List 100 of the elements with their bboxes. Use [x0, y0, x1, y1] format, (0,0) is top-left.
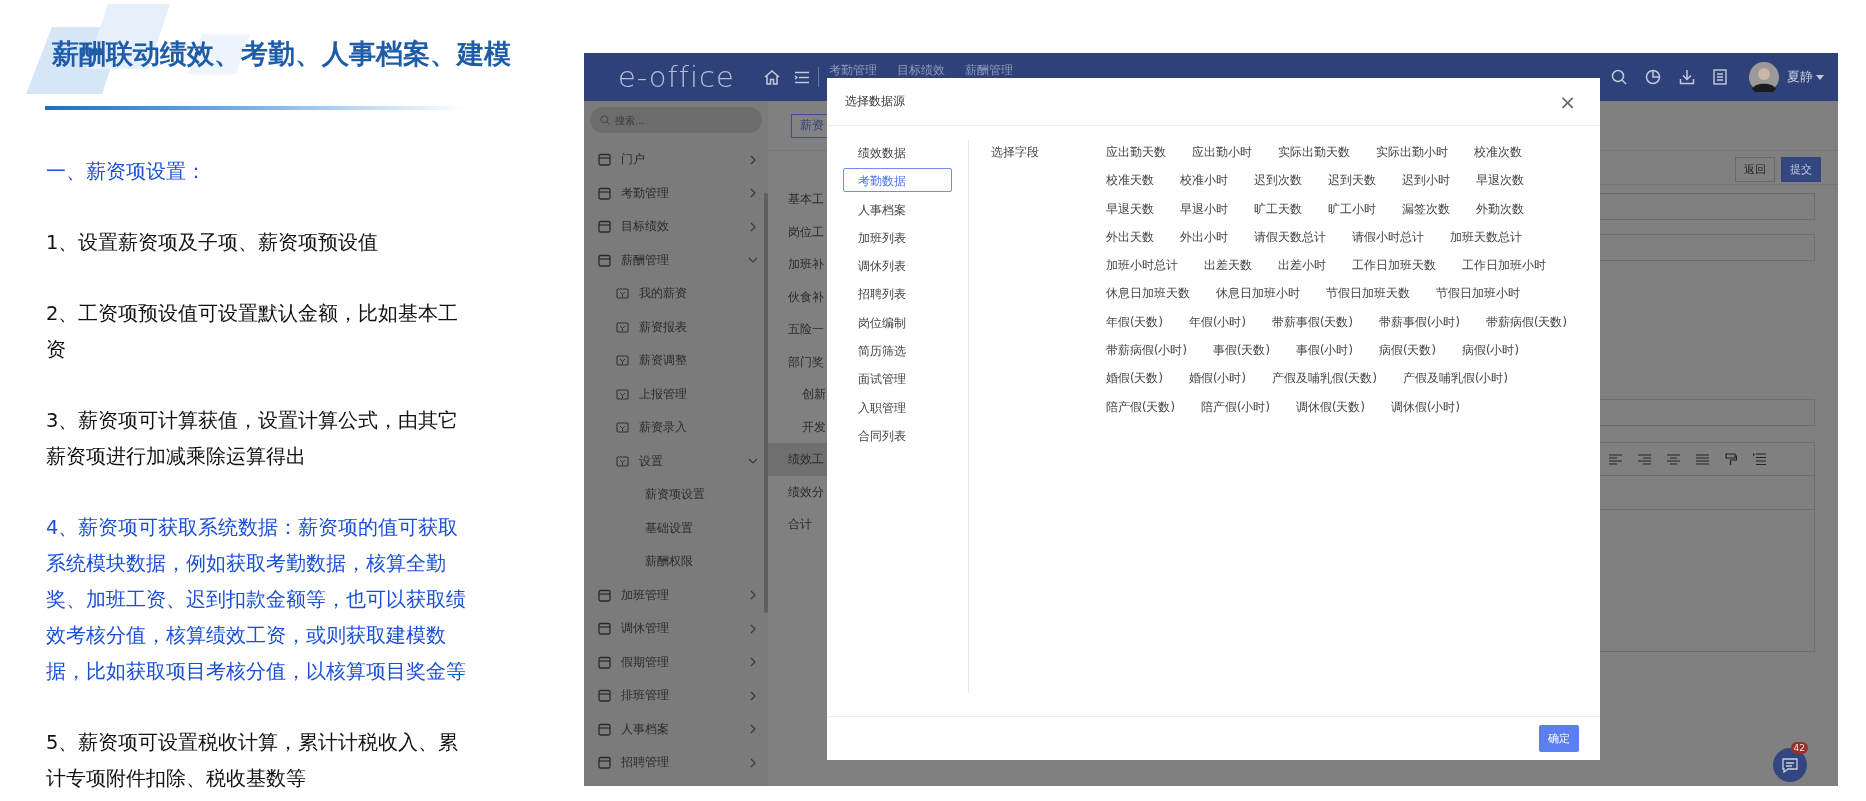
field-option[interactable]: 工作日加班天数 — [1352, 253, 1436, 278]
download-icon[interactable] — [1679, 69, 1695, 85]
field-option[interactable]: 病假(天数) — [1378, 338, 1436, 363]
close-button[interactable]: × — [1555, 91, 1580, 112]
field-option[interactable]: 早退天数 — [1106, 196, 1154, 221]
field-option[interactable]: 漏签次数 — [1402, 196, 1450, 221]
clipboard-icon[interactable] — [1713, 69, 1727, 85]
source-item[interactable]: 入职管理 — [843, 394, 952, 419]
search-icon[interactable] — [1611, 69, 1627, 85]
field-option[interactable]: 外出小时 — [1180, 224, 1228, 249]
field-option[interactable]: 休息日加班天数 — [1106, 281, 1190, 306]
sidebar-label: 招聘管理 — [621, 754, 670, 772]
field-option[interactable]: 迟到次数 — [1254, 168, 1302, 193]
field-option[interactable]: 加班小时总计 — [1106, 253, 1178, 278]
field-option[interactable]: 产假及哺乳假(小时) — [1402, 366, 1508, 391]
field-option[interactable]: 带薪事假(天数) — [1271, 309, 1353, 334]
app-logo: e-office — [618, 60, 736, 94]
field-option[interactable]: 年假(天数) — [1106, 309, 1163, 334]
field-option[interactable]: 带薪事假(小时) — [1378, 309, 1460, 334]
field-option[interactable]: 事假(天数) — [1213, 338, 1270, 363]
field-option[interactable]: 旷工小时 — [1328, 196, 1376, 221]
sidebar-label: 假期管理 — [621, 653, 670, 671]
field-option[interactable]: 校准小时 — [1180, 168, 1228, 193]
field-option[interactable]: 出差天数 — [1204, 253, 1252, 278]
source-item[interactable]: 合同列表 — [843, 422, 952, 447]
field-option[interactable]: 节假日加班小时 — [1436, 281, 1520, 306]
page-icon — [616, 454, 629, 468]
field-option[interactable]: 实际出勤小时 — [1376, 140, 1448, 164]
slide-title: 薪酬联动绩效、考勤、人事档案、建模 — [52, 37, 511, 71]
field-option[interactable]: 外勤次数 — [1476, 196, 1524, 221]
source-item[interactable]: 岗位编制 — [843, 309, 952, 334]
module-icon — [598, 153, 611, 167]
module-icon — [598, 588, 611, 602]
source-item[interactable]: 调休列表 — [843, 253, 952, 278]
field-option[interactable]: 婚假(天数) — [1106, 366, 1163, 391]
caret-icon[interactable] — [1816, 74, 1824, 80]
source-item[interactable]: 面试管理 — [843, 366, 952, 391]
sidebar-label: 薪资录入 — [639, 419, 688, 437]
sidebar-label: 考勤管理 — [621, 184, 670, 202]
field-option[interactable]: 工作日加班小时 — [1462, 253, 1546, 278]
field-option[interactable]: 应出勤天数 — [1106, 140, 1166, 164]
field-option[interactable]: 休息日加班小时 — [1216, 281, 1300, 306]
confirm-button[interactable]: 确定 — [1539, 725, 1579, 752]
paint-roller-icon[interactable] — [1725, 452, 1737, 466]
page-icon — [616, 320, 629, 334]
sidebar-label: 人事档案 — [621, 720, 670, 738]
nav-tab[interactable]: 考勤管理 — [829, 63, 877, 77]
nav-tab[interactable]: 目标绩效 — [897, 63, 945, 77]
field-option[interactable]: 带薪病假(小时) — [1106, 338, 1187, 363]
field-option[interactable]: 早退次数 — [1476, 168, 1524, 193]
sidebar-label: 目标绩效 — [621, 218, 670, 236]
field-option[interactable]: 实际出勤天数 — [1278, 140, 1350, 164]
field-option[interactable]: 节假日加班天数 — [1326, 281, 1410, 306]
paragraph: 4、薪资项可获取系统数据：薪资项的值可获取系统模块数据，例如获取考勤数据，核算全勤奖、加班工资、迟到扣款金额等，也可以获取绩效考核分值，核算绩效工资，或则获取建模数据，比如获取项目考核分值，以核算项目奖金等 — [46, 515, 467, 685]
field-option[interactable]: 事假(小时) — [1295, 338, 1353, 363]
source-item[interactable]: 考勤数据 — [843, 168, 952, 193]
paragraph: 2、工资项预设值可设置默认金额，比如基本工资 — [46, 301, 460, 363]
sidebar-label: 排班管理 — [621, 687, 670, 705]
pie-chart-icon[interactable] — [1645, 69, 1661, 85]
field-option[interactable]: 迟到天数 — [1328, 168, 1376, 193]
action-button[interactable]: 提交 — [1781, 156, 1821, 182]
menu-icon[interactable] — [794, 70, 810, 84]
field-option[interactable]: 校准次数 — [1474, 140, 1522, 164]
field-option[interactable]: 陪产假(小时) — [1201, 394, 1270, 419]
field-option[interactable]: 带薪病假(天数) — [1485, 309, 1567, 334]
list-icon[interactable] — [1753, 453, 1766, 465]
field-option[interactable]: 病假(小时) — [1461, 338, 1519, 363]
nav-tab[interactable]: 薪酬管理 — [965, 63, 1013, 77]
field-option[interactable]: 婚假(小时) — [1189, 366, 1246, 391]
field-option[interactable]: 产假及哺乳假(天数) — [1271, 366, 1377, 391]
source-item[interactable]: 加班列表 — [843, 224, 952, 249]
field-option[interactable]: 加班天数总计 — [1450, 224, 1522, 249]
sidebar-label: 薪酬权限 — [645, 553, 694, 571]
home-icon[interactable] — [764, 69, 780, 85]
source-item[interactable]: 人事档案 — [843, 196, 952, 221]
field-option[interactable]: 迟到小时 — [1402, 168, 1450, 193]
field-option[interactable]: 调休假(小时) — [1390, 394, 1460, 419]
sidebar-label: 上报管理 — [639, 385, 688, 403]
paragraph: 1、设置薪资项及子项、薪资项预设值 — [46, 230, 380, 256]
field-option[interactable]: 外出天数 — [1106, 224, 1154, 249]
action-button[interactable]: 返回 — [1735, 156, 1775, 182]
field-option[interactable]: 调休假(天数) — [1295, 394, 1365, 419]
field-option[interactable]: 早退小时 — [1180, 196, 1228, 221]
module-icon — [598, 722, 611, 736]
field-option[interactable]: 请假小时总计 — [1352, 224, 1424, 249]
field-option[interactable]: 陪产假(天数) — [1106, 394, 1175, 419]
sidebar-label: 基础设置 — [645, 519, 694, 537]
user-name[interactable]: 夏静 — [1787, 68, 1813, 86]
module-icon — [598, 689, 611, 703]
source-item[interactable]: 招聘列表 — [843, 281, 952, 306]
avatar-icon[interactable] — [1749, 62, 1779, 92]
field-option[interactable]: 出差小时 — [1278, 253, 1326, 278]
source-item[interactable]: 简历筛选 — [843, 338, 952, 363]
field-option[interactable]: 请假天数总计 — [1254, 224, 1326, 249]
field-option[interactable]: 旷工天数 — [1254, 196, 1302, 221]
field-option[interactable]: 校准天数 — [1106, 168, 1154, 193]
field-option[interactable]: 年假(小时) — [1189, 309, 1246, 334]
field-option[interactable]: 应出勤小时 — [1192, 140, 1252, 164]
module-icon — [598, 756, 611, 770]
source-item[interactable]: 绩效数据 — [843, 140, 952, 164]
